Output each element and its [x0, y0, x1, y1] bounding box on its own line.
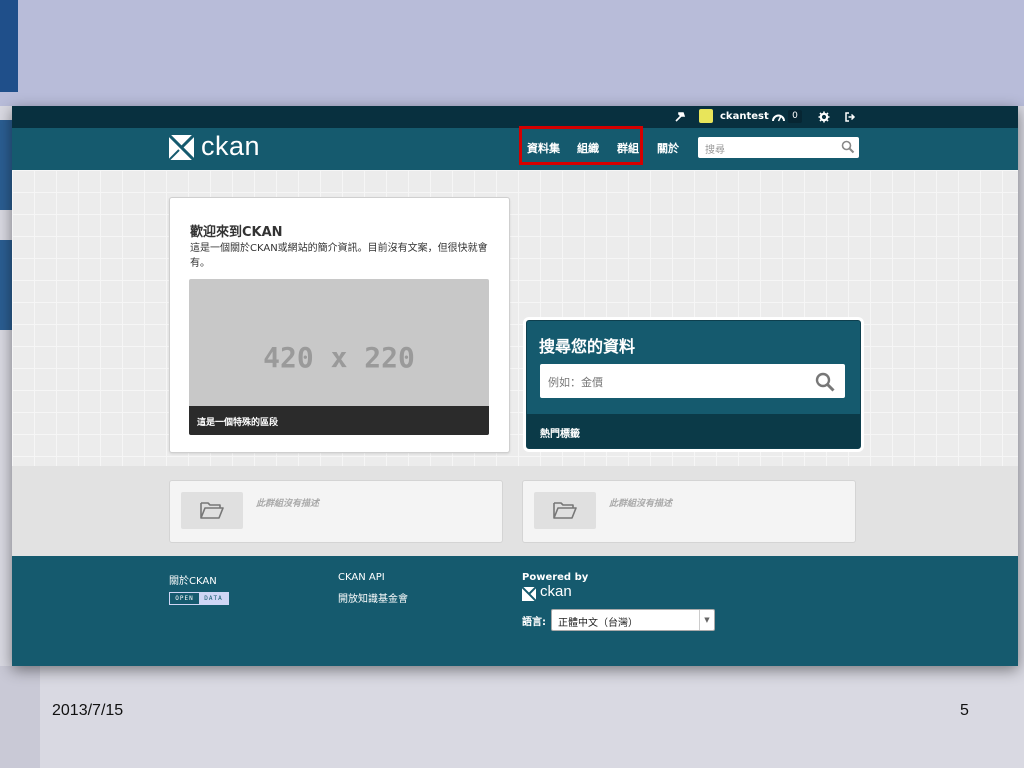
folder-icon	[553, 502, 577, 519]
featured-image-placeholder[interactable]: 420 x 220 這是一個特殊的區段	[189, 279, 489, 435]
group-card[interactable]: 此群組沒有描述	[169, 480, 503, 543]
search-icon[interactable]	[841, 140, 855, 154]
open-data-badge[interactable]: OPEN DATA	[169, 592, 229, 605]
welcome-text: 這是一個關於CKAN或網站的簡介資訊。目前沒有文案，但很快就會有。	[190, 243, 488, 269]
slide-decoration	[0, 666, 40, 768]
avatar[interactable]	[699, 109, 713, 123]
powered-by-label: Powered by	[522, 572, 589, 583]
search-heading: 搜尋您的資料	[539, 337, 636, 356]
account-bar: ckantest 0	[12, 106, 1018, 128]
groups-band	[12, 466, 1018, 556]
language-label: 語言:	[522, 617, 546, 628]
dashboard-icon[interactable]	[772, 111, 785, 123]
image-size-label: 420 x 220	[263, 341, 415, 374]
footer-about-link[interactable]: 關於CKAN	[169, 572, 217, 587]
admin-hammer-icon[interactable]	[674, 111, 686, 123]
open-data-badge-right: DATA	[199, 593, 228, 604]
masthead	[12, 128, 1018, 170]
group-image	[534, 492, 596, 529]
footer	[12, 556, 1018, 666]
group-description: 此群組沒有描述	[256, 499, 320, 509]
folder-icon	[200, 502, 224, 519]
image-caption: 這是一個特殊的區段	[197, 418, 279, 428]
popular-tags-bar: 熱門標籤	[527, 414, 860, 448]
footer-foundation-link[interactable]: 開放知識基金會	[338, 590, 408, 605]
search-icon[interactable]	[814, 371, 836, 393]
gear-icon[interactable]	[818, 111, 830, 123]
group-image	[181, 492, 243, 529]
welcome-panel: 歡迎來到CKAN 這是一個關於CKAN或網站的簡介資訊。目前沒有文案，但很快就會…	[169, 197, 510, 453]
main-search-input[interactable]: 例如：金價	[540, 364, 845, 398]
username-link[interactable]: ckantest	[720, 110, 769, 124]
activity-count-badge[interactable]: 0	[788, 110, 802, 123]
slide-date: 2013/7/15	[52, 702, 124, 719]
footer-logo-text[interactable]: ckan	[540, 583, 572, 600]
image-caption-bar: 這是一個特殊的區段	[189, 406, 489, 435]
search-module: 搜尋您的資料 例如：金價 熱門標籤	[526, 320, 861, 449]
chevron-down-icon[interactable]: ▼	[699, 610, 714, 630]
group-card[interactable]: 此群組沒有描述	[522, 480, 856, 543]
header-search-input[interactable]: 搜尋	[698, 137, 859, 158]
ckan-logo-icon[interactable]	[169, 135, 194, 160]
hero-area	[12, 170, 1018, 466]
slide-page-number: 5	[960, 702, 969, 719]
annotation-highlight-box	[519, 126, 643, 165]
slide-decoration	[0, 0, 18, 92]
main-search-placeholder: 例如：金價	[548, 376, 603, 389]
open-data-badge-left: OPEN	[170, 593, 199, 604]
welcome-title: 歡迎來到CKAN	[190, 225, 283, 240]
language-selected-value: 正體中文（台灣）	[558, 618, 638, 629]
nav-about[interactable]: 關於	[657, 140, 679, 156]
popular-tags-label: 熱門標籤	[540, 429, 580, 440]
footer-api-link[interactable]: CKAN API	[338, 572, 385, 583]
slide-background-top	[0, 0, 1024, 106]
language-select[interactable]: 正體中文（台灣） ▼	[551, 609, 715, 631]
group-description: 此群組沒有描述	[609, 499, 673, 509]
ckan-logo-icon[interactable]	[522, 587, 536, 601]
logout-icon[interactable]	[844, 111, 856, 123]
ckan-screenshot: ckantest 0 ckan 資料集 組織 群組 關於 搜尋 歡迎來到CKAN…	[12, 106, 1018, 666]
site-logo-text[interactable]: ckan	[201, 131, 260, 162]
header-search-placeholder: 搜尋	[705, 145, 725, 156]
